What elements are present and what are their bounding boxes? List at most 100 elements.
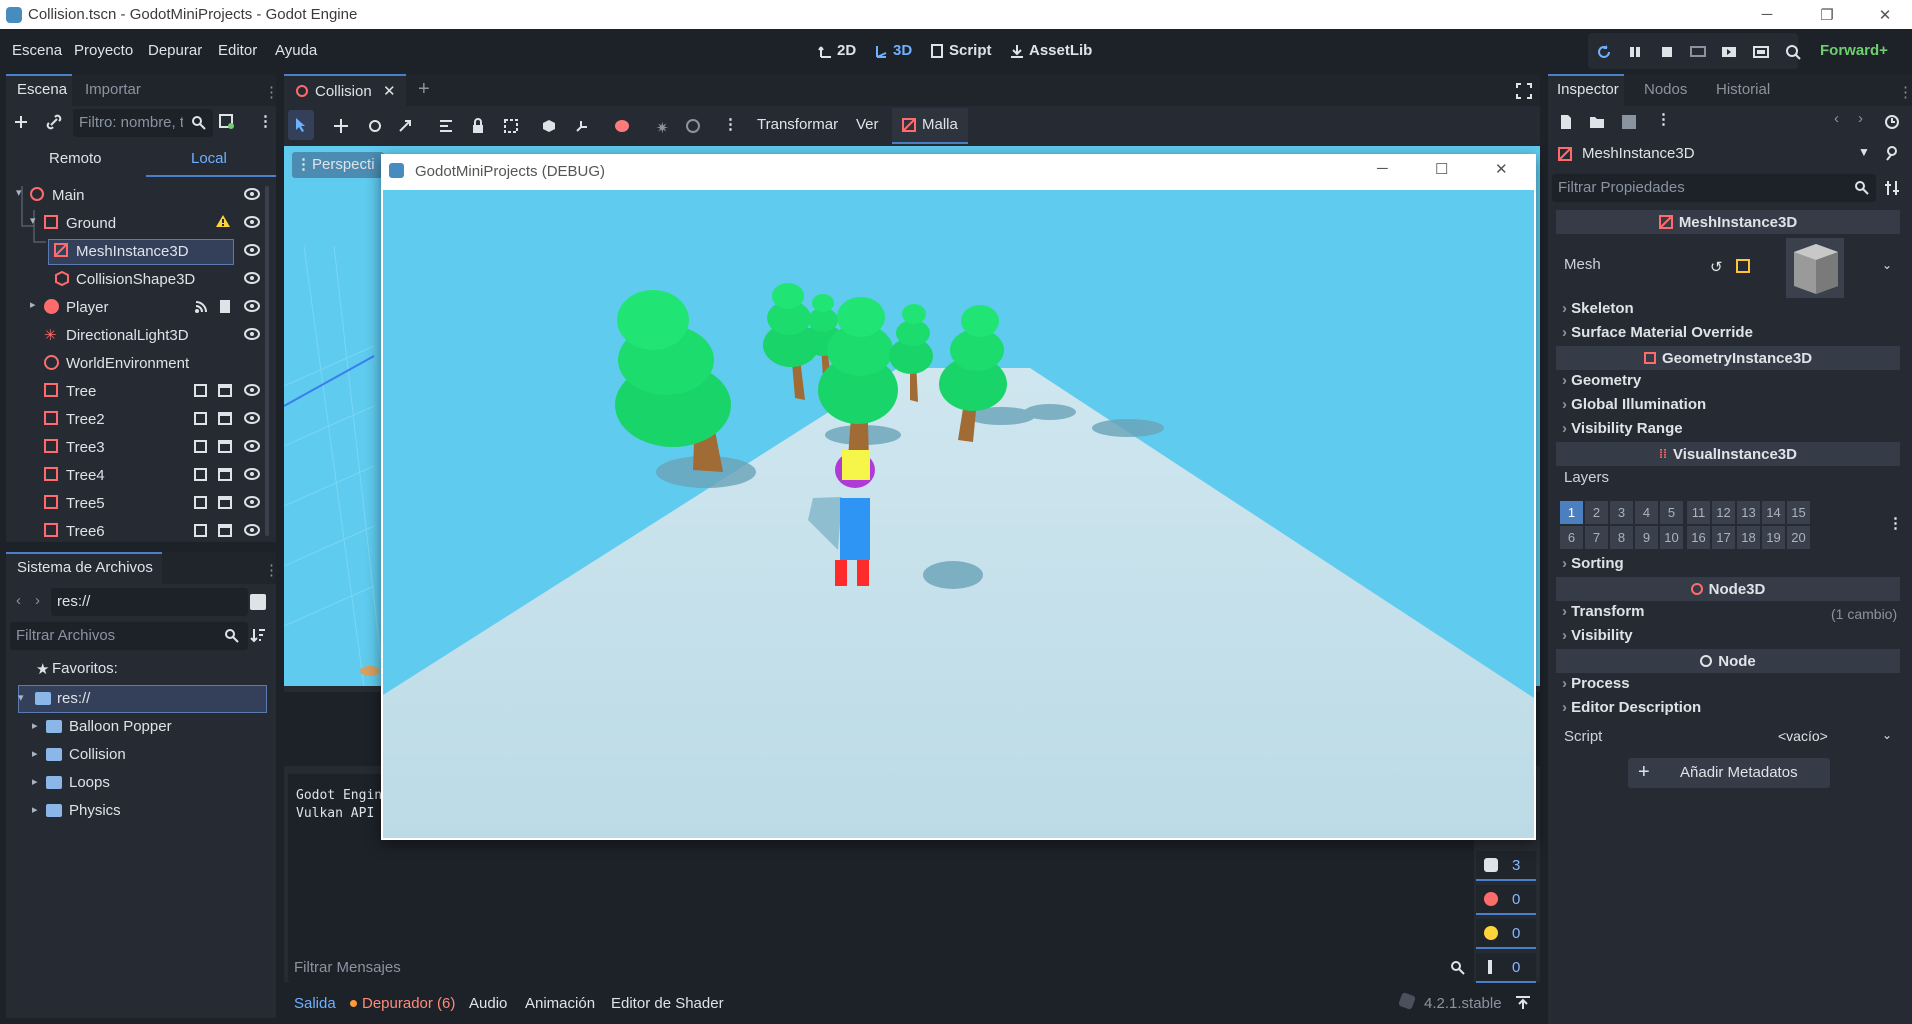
- tab-importar[interactable]: Importar: [85, 81, 141, 98]
- menu-malla[interactable]: Malla: [892, 108, 968, 144]
- tab-depurador[interactable]: Depurador (6): [362, 995, 455, 1012]
- scene-menu-icon[interactable]: ⋮: [258, 112, 273, 130]
- layer-cell[interactable]: 3: [1610, 501, 1633, 524]
- layer-cell[interactable]: 7: [1585, 526, 1608, 549]
- file-filter-input[interactable]: Filtrar Archivos: [10, 622, 248, 650]
- section-global-illumination[interactable]: › Global Illumination: [1562, 396, 1896, 420]
- layer-cell[interactable]: 15: [1787, 501, 1810, 524]
- visibility-eye-icon[interactable]: [244, 216, 260, 228]
- panel-toggle-icon[interactable]: [1515, 995, 1531, 1009]
- local-space-icon[interactable]: [575, 119, 589, 133]
- layer-cell[interactable]: 5: [1660, 501, 1683, 524]
- dock-menu-icon[interactable]: ⋮: [1898, 83, 1912, 101]
- run-custom-scene-icon[interactable]: [1750, 41, 1772, 63]
- layer-cell[interactable]: 2: [1585, 501, 1608, 524]
- run-scene-icon[interactable]: [1718, 41, 1740, 63]
- tree-node-directionallight3d[interactable]: ✳ DirectionalLight3D: [10, 321, 260, 349]
- tree-node-player[interactable]: ▸ Player: [10, 293, 260, 321]
- section-visibility[interactable]: › Visibility: [1562, 627, 1896, 651]
- game-window[interactable]: GodotMiniProjects (DEBUG) ─ ☐ ✕: [381, 154, 1536, 840]
- sun-preview-icon[interactable]: ✷: [656, 119, 669, 137]
- node-type-selector[interactable]: MeshInstance3D ▼: [1552, 140, 1880, 168]
- visibility-eye-icon[interactable]: [244, 440, 260, 452]
- warning-count-toggle[interactable]: 0: [1476, 919, 1536, 949]
- minimize-button[interactable]: ─: [1744, 0, 1790, 29]
- visibility-eye-icon[interactable]: [244, 300, 260, 312]
- revert-icon[interactable]: ↺: [1710, 258, 1723, 276]
- favorites-row[interactable]: ★ Favoritos:: [16, 656, 274, 684]
- scene-filter-input[interactable]: Filtro: nombre, t: [73, 109, 213, 137]
- visibility-eye-icon[interactable]: [244, 328, 260, 340]
- clapper-icon[interactable]: [218, 524, 232, 537]
- folder-collision[interactable]: ▸ Collision: [16, 742, 274, 770]
- path-input[interactable]: res://: [51, 588, 248, 616]
- add-metadata-button[interactable]: + Añadir Metadatos: [1628, 758, 1830, 788]
- group-icon[interactable]: [504, 119, 518, 133]
- open-folder-icon[interactable]: [1589, 115, 1605, 129]
- new-resource-icon[interactable]: [1558, 114, 1574, 130]
- tab-audio[interactable]: Audio: [469, 995, 507, 1012]
- perspective-menu[interactable]: ⋮ Perspecti: [292, 152, 384, 178]
- add-node-icon[interactable]: [13, 114, 29, 130]
- clapper-icon[interactable]: [218, 440, 232, 453]
- game-minimize-button[interactable]: ─: [1377, 160, 1388, 177]
- inspector-menu-icon[interactable]: ⋮: [1656, 110, 1671, 128]
- visibility-eye-icon[interactable]: [244, 244, 260, 256]
- layer-cell[interactable]: 1: [1560, 501, 1583, 524]
- layer-cell[interactable]: 8: [1610, 526, 1633, 549]
- instance-scene-icon[interactable]: [219, 114, 235, 130]
- layer-cell[interactable]: 4: [1635, 501, 1658, 524]
- folder-physics[interactable]: ▸ Physics: [16, 798, 274, 826]
- section-process[interactable]: › Process: [1562, 675, 1896, 699]
- tree-node-meshinstance3d[interactable]: MeshInstance3D: [10, 237, 260, 265]
- script-dropdown-icon[interactable]: ⌄: [1882, 728, 1892, 742]
- tab-collision[interactable]: Collision ✕: [284, 74, 406, 106]
- close-tab-icon[interactable]: ✕: [383, 82, 396, 100]
- tree-node-collisionshape3d[interactable]: CollisionShape3D: [10, 265, 260, 293]
- tree-node-tree6[interactable]: Tree6: [10, 517, 260, 545]
- tab-nodos[interactable]: Nodos: [1644, 81, 1687, 98]
- menu-transformar[interactable]: Transformar: [757, 116, 838, 133]
- warning-icon[interactable]: [215, 214, 231, 228]
- tools-icon[interactable]: [1884, 145, 1900, 161]
- section-surface-material[interactable]: › Surface Material Override: [1562, 324, 1896, 348]
- object-history-icon[interactable]: [1884, 114, 1900, 130]
- tree-node-tree3[interactable]: Tree3: [10, 433, 260, 461]
- tree-node-main[interactable]: ▾ Main: [10, 181, 260, 209]
- save-icon[interactable]: [1621, 114, 1637, 130]
- workspace-2d[interactable]: 2D: [818, 42, 856, 59]
- tree-node-tree4[interactable]: Tree4: [10, 461, 260, 489]
- split-view-icon[interactable]: [250, 594, 266, 610]
- select-tool-button[interactable]: [288, 110, 314, 140]
- open-scene-icon[interactable]: [194, 384, 207, 397]
- signal-icon[interactable]: [194, 300, 208, 314]
- dock-menu-icon[interactable]: ⋮: [264, 83, 279, 101]
- workspace-script[interactable]: Script: [930, 42, 992, 59]
- game-close-button[interactable]: ✕: [1495, 160, 1508, 178]
- layer-cell[interactable]: 11: [1687, 501, 1710, 524]
- tree-node-tree[interactable]: Tree: [10, 377, 260, 405]
- script-value[interactable]: <vacío>: [1778, 728, 1828, 744]
- tree-node-worldenvironment[interactable]: WorldEnvironment: [10, 349, 260, 377]
- section-skeleton[interactable]: › Skeleton: [1562, 300, 1896, 324]
- mesh-preview[interactable]: [1786, 238, 1844, 298]
- visibility-eye-icon[interactable]: [244, 524, 260, 536]
- restore-button[interactable]: ❐: [1804, 0, 1850, 29]
- game-render[interactable]: [383, 190, 1534, 838]
- workspace-assetlib[interactable]: AssetLib: [1010, 42, 1092, 59]
- menu-depurar[interactable]: Depurar: [148, 42, 202, 59]
- history-back-icon[interactable]: ‹: [1834, 110, 1839, 127]
- clapper-icon[interactable]: [218, 384, 232, 397]
- environment-preview-icon[interactable]: [686, 119, 700, 133]
- res-root-row[interactable]: ▾ res://: [18, 685, 267, 713]
- game-maximize-button[interactable]: ☐: [1435, 160, 1448, 178]
- layers-menu-icon[interactable]: ⋮: [1888, 514, 1903, 532]
- scene-scrollbar[interactable]: [265, 186, 269, 536]
- close-button[interactable]: ✕: [1862, 0, 1908, 29]
- move-tool-icon[interactable]: [334, 119, 348, 133]
- section-sorting[interactable]: › Sorting: [1562, 555, 1896, 579]
- camera-override-icon[interactable]: [614, 119, 630, 133]
- menu-editor[interactable]: Editor: [218, 42, 257, 59]
- layer-cell[interactable]: 20: [1787, 526, 1810, 549]
- layer-cell[interactable]: 13: [1737, 501, 1760, 524]
